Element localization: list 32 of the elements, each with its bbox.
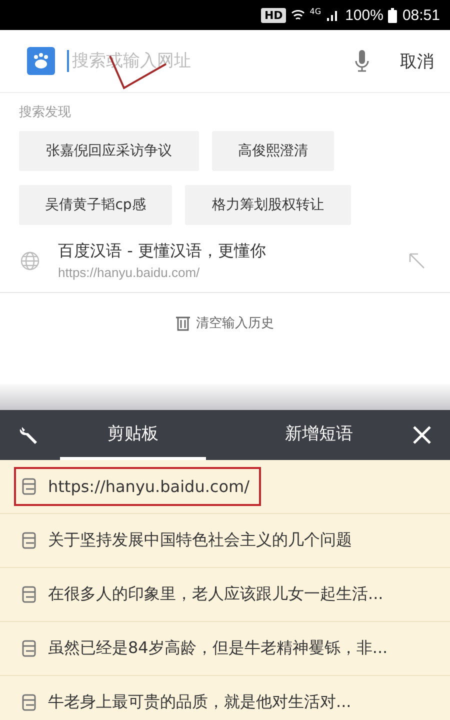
hd-badge: HD	[261, 8, 286, 22]
trending-chip[interactable]: 吴倩黄子韬cp感	[19, 185, 172, 225]
microphone-icon[interactable]	[354, 49, 370, 73]
note-icon	[22, 694, 36, 711]
note-icon	[22, 640, 36, 657]
globe-icon	[20, 250, 40, 270]
clock: 08:51	[402, 6, 440, 24]
highlighted-clipboard-item[interactable]: https://hanyu.baidu.com/	[14, 467, 262, 506]
wrench-icon[interactable]	[18, 424, 40, 446]
clipboard-item[interactable]: 牛老身上最可贵的品质，就是他对生活对...	[14, 682, 364, 720]
trending-chip[interactable]: 高俊熙澄清	[212, 131, 334, 171]
paw-logo-icon[interactable]	[27, 47, 55, 75]
suggestion-url: https://hanyu.baidu.com/	[58, 265, 201, 280]
clear-history-button[interactable]: 清空输入历史	[170, 313, 280, 333]
network-label: 4G	[310, 7, 322, 16]
clipboard-item[interactable]: 在很多人的印象里，老人应该跟儿女一起生活...	[14, 574, 396, 615]
note-icon	[22, 532, 36, 549]
wifi-icon	[290, 8, 305, 22]
battery-percent: 100%	[345, 6, 384, 24]
trash-icon	[176, 316, 190, 330]
trending-chip[interactable]: 张嘉倪回应采访争议	[19, 131, 199, 171]
close-icon[interactable]	[412, 425, 432, 445]
suggestion-title[interactable]: 百度汉语 - 更懂汉语，更懂你	[58, 241, 390, 262]
trending-chip[interactable]: 格力筹划股权转让	[185, 185, 351, 225]
clipboard-item[interactable]: 虽然已经是84岁高龄，但是牛老精神矍铄，非...	[14, 628, 400, 669]
clipboard-item[interactable]: 关于坚持发展中国特色社会主义的几个问题	[14, 520, 364, 561]
note-icon	[22, 586, 36, 603]
battery-icon	[388, 8, 398, 22]
section-title: 搜索发现	[19, 104, 72, 121]
cancel-button[interactable]: 取消	[382, 46, 434, 76]
toolbar-tab[interactable]: 新增短语	[246, 410, 392, 460]
note-icon	[22, 478, 36, 495]
